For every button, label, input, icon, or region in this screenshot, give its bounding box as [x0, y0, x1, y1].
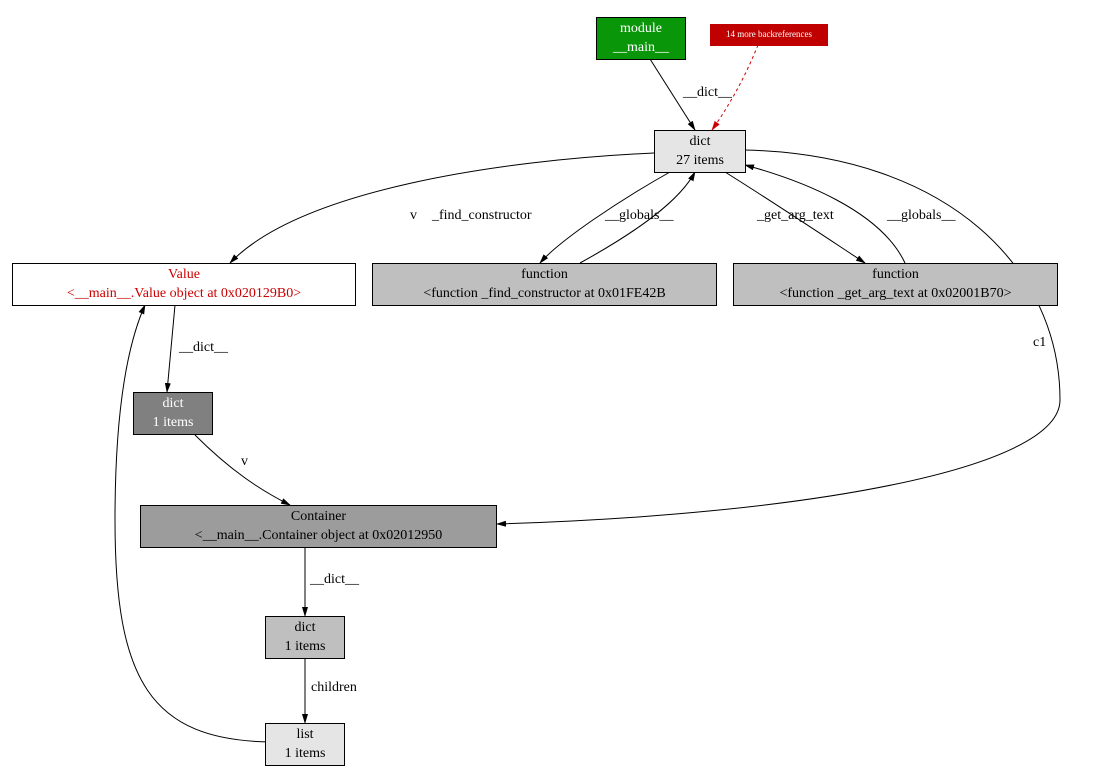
list1-label-2: 1 items — [285, 745, 326, 763]
container-label-1: Container — [291, 508, 346, 526]
node-module: module __main__ — [596, 17, 686, 60]
node-container: Container <__main__.Container object at … — [140, 505, 497, 548]
edge-label-globals1: __globals__ — [605, 208, 673, 224]
edge-label-get-arg-text: _get_arg_text — [757, 208, 834, 224]
edge-label-v: v — [410, 208, 417, 224]
func2-label-1: function — [872, 266, 919, 284]
dict1a-label-1: dict — [163, 395, 184, 413]
func1-label-1: function — [521, 266, 568, 284]
node-value: Value <__main__.Value object at 0x020129… — [12, 263, 356, 306]
func2-label-2: <function _get_arg_text at 0x02001B70> — [779, 285, 1011, 303]
container-label-2: <__main__.Container object at 0x02012950 — [195, 527, 442, 545]
dict27-label-1: dict — [690, 133, 711, 151]
edge-label-globals2: __globals__ — [887, 208, 955, 224]
node-list1: list 1 items — [265, 723, 345, 766]
node-dict1b: dict 1 items — [265, 616, 345, 659]
edge-label-module-dict: __dict__ — [683, 85, 732, 101]
graph-edges-layer — [0, 0, 1094, 781]
edge-label-container-dict: __dict__ — [310, 572, 359, 588]
edge-label-find-constructor: _find_constructor — [432, 208, 532, 224]
module-label-1: module — [620, 20, 662, 38]
dict1a-label-2: 1 items — [153, 414, 194, 432]
edge-label-dict1a-v: v — [241, 454, 248, 470]
node-dict1a: dict 1 items — [133, 392, 213, 435]
list1-label-1: list — [296, 726, 313, 744]
node-backref: 14 more backreferences — [710, 24, 828, 46]
module-label-2: __main__ — [613, 39, 669, 57]
dict27-label-2: 27 items — [676, 152, 724, 170]
edge-label-children: children — [311, 680, 357, 696]
value-label-2: <__main__.Value object at 0x020129B0> — [67, 285, 301, 303]
value-label-1: Value — [168, 266, 200, 284]
func1-label-2: <function _find_constructor at 0x01FE42B — [423, 285, 665, 303]
edge-label-value-dict: __dict__ — [179, 340, 228, 356]
node-func2: function <function _get_arg_text at 0x02… — [733, 263, 1058, 306]
dict1b-label-2: 1 items — [285, 638, 326, 656]
node-dict27: dict 27 items — [654, 130, 746, 173]
backref-label: 14 more backreferences — [726, 29, 812, 41]
dict1b-label-1: dict — [295, 619, 316, 637]
edge-label-c1: c1 — [1033, 335, 1046, 351]
node-func1: function <function _find_constructor at … — [372, 263, 717, 306]
